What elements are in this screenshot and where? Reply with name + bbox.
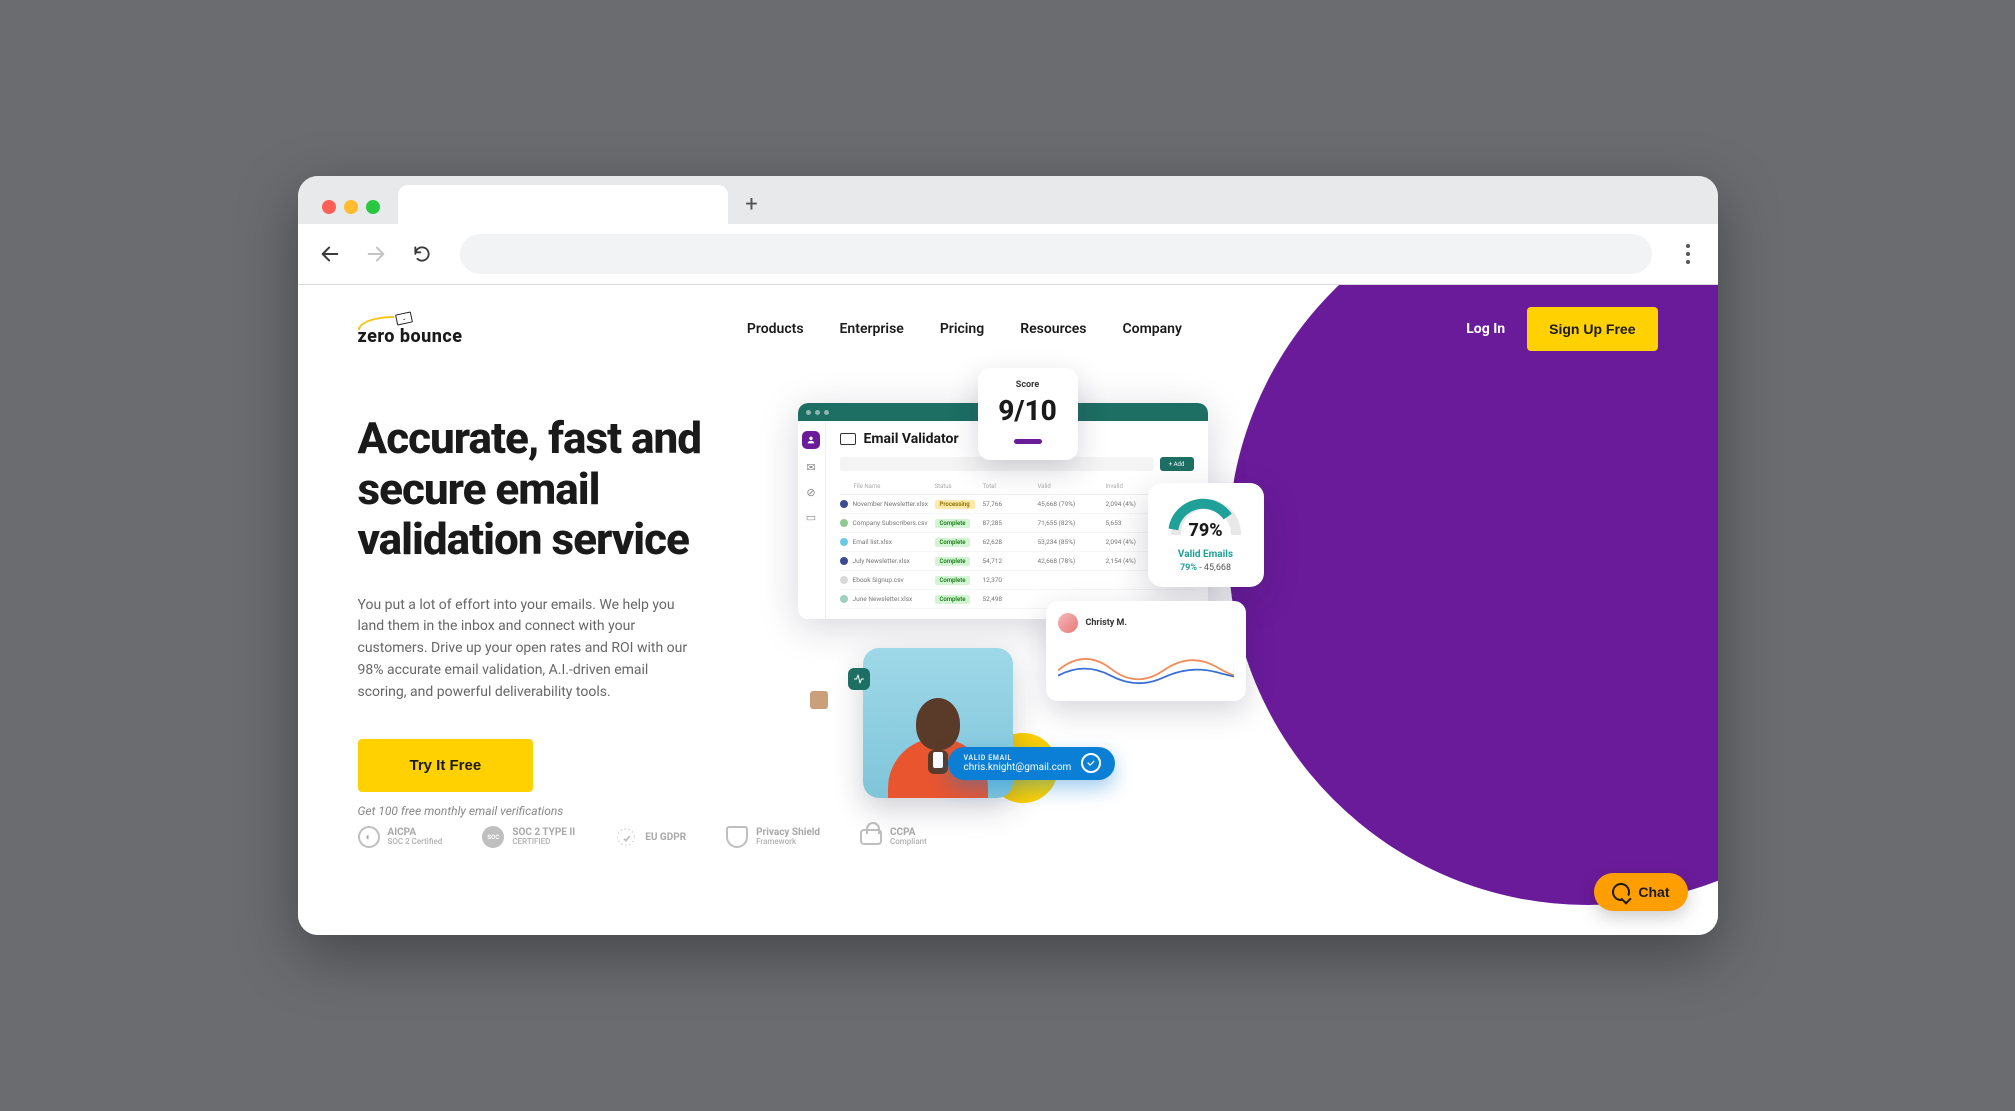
wave-chart-icon [1058,643,1234,689]
maximize-window-icon[interactable] [366,200,380,214]
logo-text-2: bounce [400,326,463,347]
browser-chrome: + [298,176,1718,285]
compliance-badges: ◐ AICPASOC 2 Certified SOC SOC 2 TYPE II… [298,826,1718,848]
back-button[interactable] [314,238,346,270]
dashboard-table-head: File Name Status Total Valid Invalid [840,479,1194,495]
contact-card: Christy M. [1046,601,1246,701]
shield-icon [726,826,748,848]
browser-tab[interactable] [398,185,728,225]
lock-icon [860,829,882,845]
dashboard-add-button: + Add [1160,457,1194,471]
dashboard-table-body: November Newsletter.xlsx Processing 57,7… [840,495,1194,609]
valid-email-pill: VALID EMAIL chris.knight@gmail.com [948,747,1116,780]
table-row: Email list.xlsx Complete 62,628 53,234 (… [840,533,1194,552]
score-label: Score [992,380,1064,390]
score-card: Score 9/10 [978,368,1078,460]
gauge-label: Valid Emails [1160,549,1252,560]
nav-company[interactable]: Company [1123,321,1182,337]
chat-button[interactable]: Chat [1594,873,1687,911]
mini-avatar [808,689,830,711]
login-link[interactable]: Log In [1466,321,1505,337]
badge-privacy-shield: Privacy ShieldFramework [726,826,820,848]
address-bar[interactable] [460,234,1652,274]
site-logo[interactable]: zero bounce [358,313,463,346]
forward-button[interactable] [360,238,392,270]
nav-pricing[interactable]: Pricing [940,321,984,337]
table-row: November Newsletter.xlsx Processing 57,7… [840,495,1194,514]
close-window-icon[interactable] [322,200,336,214]
browser-toolbar [298,224,1718,284]
badge-aicpa: ◐ AICPASOC 2 Certified [358,826,443,848]
site-header: zero bounce Products Enterprise Pricing … [298,285,1718,363]
nav-products[interactable]: Products [747,321,804,337]
try-free-button[interactable]: Try It Free [358,739,534,792]
main-nav: Products Enterprise Pricing Resources Co… [747,321,1182,337]
table-row: Company Subscribers.csv Complete 87,285 … [840,514,1194,533]
sidebar-mail-icon: ✉ [806,461,815,474]
contact-name: Christy M. [1086,618,1128,628]
browser-window: + zero bounce [298,176,1718,935]
nav-enterprise[interactable]: Enterprise [840,321,904,337]
sidebar-validate-icon [802,431,820,449]
eu-stars-icon [615,826,637,848]
minimize-window-icon[interactable] [344,200,358,214]
avatar-stack [808,693,830,711]
arrow-right-icon [365,243,387,265]
page-content: zero bounce Products Enterprise Pricing … [298,285,1718,935]
sidebar-check-icon: ⊘ [806,486,815,499]
arrow-left-icon [319,243,341,265]
pill-email: chris.knight@gmail.com [964,762,1072,773]
pill-tag: VALID EMAIL [964,754,1072,762]
auth-actions: Log In Sign Up Free [1466,307,1657,351]
badge-soc2: SOC SOC 2 TYPE IICERTIFIED [482,826,575,848]
mail-check-icon [840,433,856,445]
window-controls [322,200,380,214]
soc2-icon: SOC [482,826,504,848]
dashboard-title: Email Validator [864,431,959,447]
hero-title: Accurate, fast and secure email validati… [358,413,758,565]
logo-mail-icon [395,311,413,325]
chat-icon [1612,883,1630,901]
badge-ccpa: CCPACompliant [860,827,927,847]
activity-icon [848,668,870,690]
dashboard-sidebar: ✉ ⊘ ▭ [798,421,826,619]
score-bar [1014,439,1042,444]
hero-section: Accurate, fast and secure email validati… [298,363,1718,818]
hero-copy: Accurate, fast and secure email validati… [358,413,758,818]
avatar [1058,613,1078,633]
tab-strip: + [298,176,1718,224]
signup-button[interactable]: Sign Up Free [1527,307,1657,351]
gauge-sub: 79% - 45,668 [1160,563,1252,573]
browser-menu-button[interactable] [1674,240,1702,268]
nav-resources[interactable]: Resources [1020,321,1086,337]
sidebar-card-icon: ▭ [806,511,816,524]
aicpa-icon: ◐ [358,826,380,848]
table-row: Ebook Signup.csv Complete 12,370 [840,571,1194,590]
check-icon [1081,753,1101,773]
reload-icon [412,244,432,264]
chat-label: Chat [1638,884,1669,900]
gauge-card: 79% Valid Emails 79% - 45,668 [1148,483,1264,587]
score-value: 9/10 [992,394,1064,427]
cta-subtext: Get 100 free monthly email verifications [358,804,758,818]
badge-gdpr: EU GDPR [615,826,686,848]
logo-text-1: zero [358,326,395,347]
hero-illustration: ✉ ⊘ ▭ Email Validator + Add [788,413,1658,818]
table-row: July Newsletter.xlsx Complete 54,712 42,… [840,552,1194,571]
new-tab-button[interactable]: + [734,186,770,222]
hero-description: You put a lot of effort into your emails… [358,595,688,703]
gauge-percent: 79% [1171,520,1241,541]
reload-button[interactable] [406,238,438,270]
